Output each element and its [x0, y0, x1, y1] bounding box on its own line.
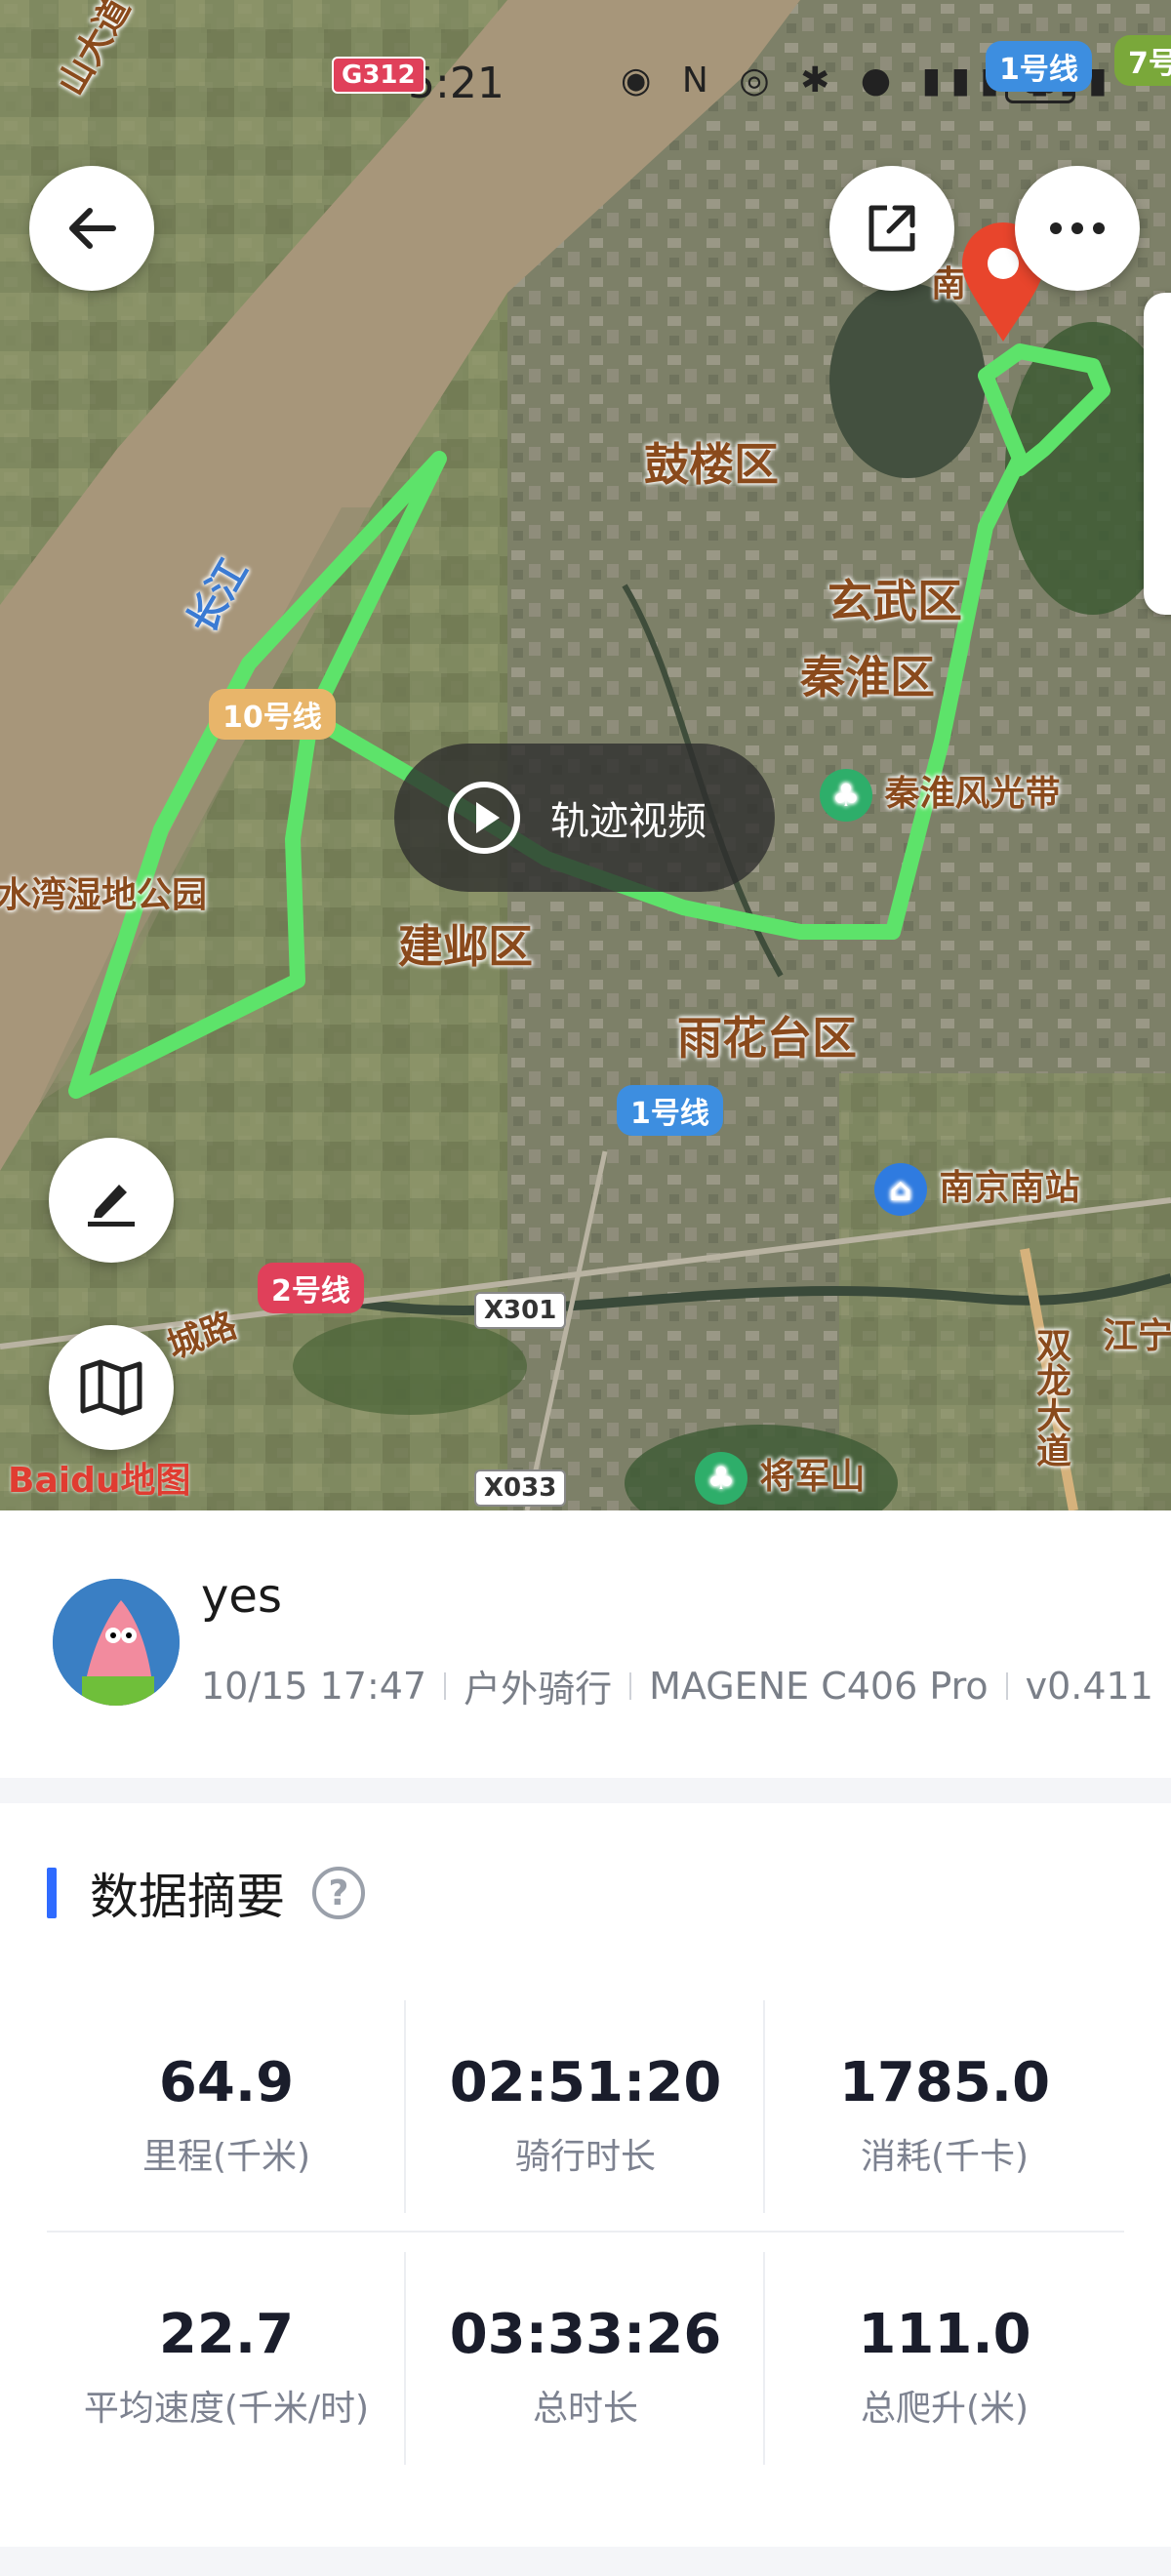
map-layer-button[interactable] [49, 1325, 174, 1450]
metro-line-2: 2号线 [258, 1263, 364, 1313]
tree-icon: ♣ [820, 769, 872, 822]
play-icon [448, 782, 520, 854]
stat-label: 总时长 [532, 2389, 638, 2429]
stat-calories: 1785.0 消耗(千卡) [765, 2000, 1124, 2213]
pencil-icon [88, 1185, 135, 1227]
help-icon[interactable]: ? [312, 1867, 365, 1919]
stat-value: 111.0 [858, 2303, 1031, 2366]
avatar[interactable] [53, 1579, 180, 1706]
tree-icon: ♣ [695, 1452, 747, 1505]
road-shield: X033 [474, 1469, 567, 1507]
more-button[interactable] [1015, 166, 1140, 291]
metro-line-7: 7号 [1114, 35, 1171, 86]
stat-value: 1785.0 [838, 2051, 1051, 2114]
firmware-version: v0.411 [1025, 1664, 1153, 1708]
track-video-label: 轨迹视频 [550, 799, 707, 844]
track-video-button[interactable]: 轨迹视频 [394, 744, 775, 892]
activity-type: 户外骑行 [464, 1668, 613, 1711]
share-icon [868, 205, 915, 252]
stat-avg-speed: 22.7 平均速度(千米/时) [47, 2252, 406, 2465]
poi-scenic: ♣ 秦淮风光带 [820, 765, 1061, 822]
stat-label: 消耗(千卡) [860, 2137, 1030, 2177]
poi-park-label: 水湾湿地公园 [0, 875, 208, 915]
poi-station: ⌂ 南京南站 [874, 1159, 1080, 1216]
metro-line-1: 1号线 [986, 41, 1092, 92]
activity-meta: 10/15 17:47 户外骑行 MAGENE C406 Pro v0.411 [201, 1659, 1153, 1712]
district-label: 鼓楼区 [644, 438, 779, 491]
district-label: 秦淮区 [800, 651, 935, 704]
district-label: 建邺区 [398, 920, 533, 973]
avatar-image [53, 1579, 180, 1706]
stat-value: 03:33:26 [449, 2303, 722, 2366]
stat-value: 22.7 [158, 2303, 295, 2366]
baidu-map-logo: Baidu地图 [8, 1461, 191, 1501]
grid-divider [404, 2252, 406, 2465]
arrow-left-icon [69, 208, 116, 249]
metro-line-10: 10号线 [209, 689, 336, 740]
district-label: 雨花台区 [677, 1012, 857, 1065]
road-shield: X301 [474, 1292, 567, 1329]
stat-label: 平均速度(千米/时) [83, 2389, 370, 2429]
side-drawer-handle[interactable] [1144, 293, 1171, 615]
activity-owner-card: yes 10/15 17:47 户外骑行 MAGENE C406 Pro v0.… [0, 1510, 1171, 1778]
device-name: MAGENE C406 Pro [649, 1664, 989, 1708]
stat-value: 02:51:20 [449, 2051, 722, 2114]
route-map[interactable]: 5:21 ◉ N ◎ ✱ ● ▮▮▮ ▮▮▮ 80 鼓楼区 玄武区 秦淮区 建邺… [0, 0, 1171, 1510]
more-dots-icon [1050, 222, 1105, 234]
stat-elevation-gain: 111.0 总爬升(米) [765, 2252, 1124, 2465]
train-icon: ⌂ [874, 1163, 927, 1216]
stat-label: 总爬升(米) [860, 2389, 1030, 2429]
poi-mountain-label: 将军山 [759, 1457, 866, 1497]
grid-divider [404, 2000, 406, 2213]
district-label: 玄武区 [828, 575, 962, 627]
stat-label: 骑行时长 [514, 2137, 656, 2177]
poi-scenic-label: 秦淮风光带 [884, 774, 1061, 814]
stat-label: 里程(千米) [141, 2137, 311, 2177]
stat-distance: 64.9 里程(千米) [47, 2000, 406, 2213]
divider [1005, 1671, 1008, 1700]
edit-button[interactable] [49, 1138, 174, 1263]
poi-mountain: ♣ 将军山 [695, 1448, 866, 1505]
stat-ride-time: 02:51:20 骑行时长 [406, 2000, 765, 2213]
section-title: 数据摘要 [90, 1869, 285, 1925]
metro-line-1: 1号线 [617, 1085, 723, 1136]
section-header: 数据摘要 ? [47, 1866, 365, 1925]
divider [629, 1671, 632, 1700]
folded-map-icon [80, 1359, 142, 1416]
grid-divider [763, 2252, 765, 2465]
stat-value: 64.9 [158, 2051, 295, 2114]
poi-station-label: 南京南站 [939, 1168, 1080, 1208]
user-name: yes [201, 1569, 282, 1624]
expressway-label: 双龙大道 [1030, 1327, 1070, 1468]
stat-total-time: 03:33:26 总时长 [406, 2252, 765, 2465]
highway-shield: G312 [332, 57, 425, 94]
activity-datetime: 10/15 17:47 [201, 1664, 427, 1708]
back-button[interactable] [29, 166, 154, 291]
accent-bar [47, 1868, 57, 1918]
share-button[interactable] [829, 166, 954, 291]
grid-divider [763, 2000, 765, 2213]
grid-divider [47, 2231, 1124, 2233]
jiangning-label: 江宁 [1103, 1316, 1171, 1356]
data-summary-card: 数据摘要 ? 64.9 里程(千米) 02:51:20 骑行时长 1785.0 … [0, 1803, 1171, 2547]
divider [444, 1671, 447, 1700]
